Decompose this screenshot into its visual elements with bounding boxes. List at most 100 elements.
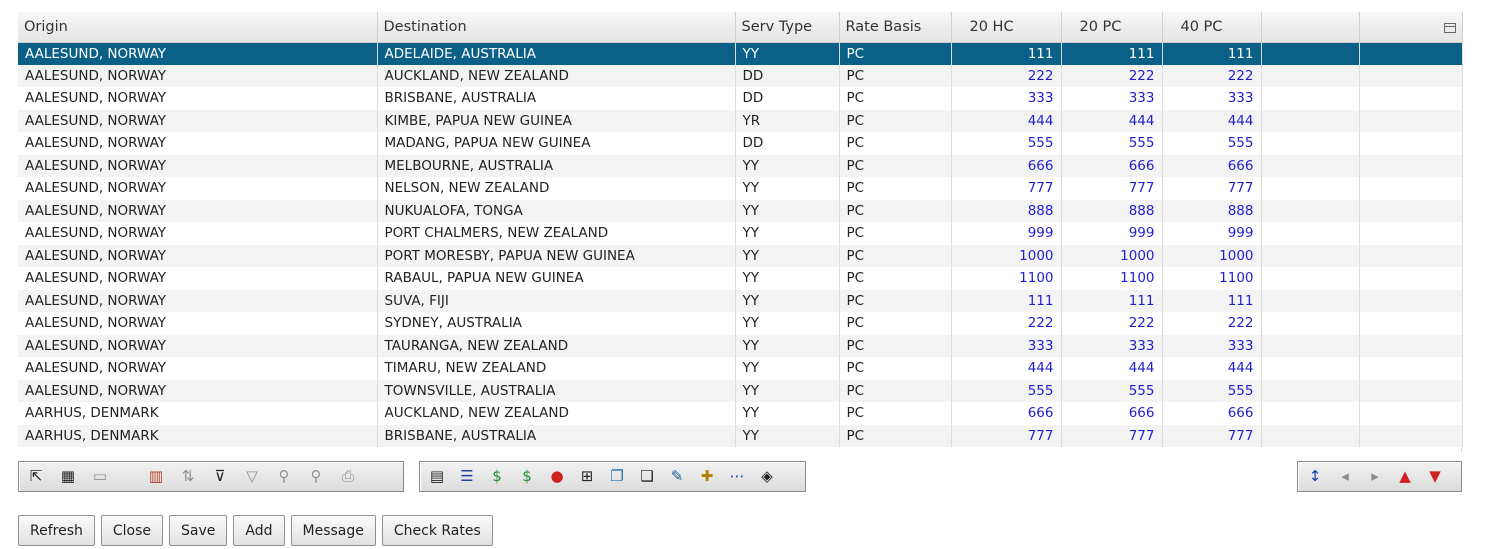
- save-button[interactable]: Save: [169, 515, 228, 546]
- cell-serv-type[interactable]: YY: [735, 177, 840, 200]
- table-row[interactable]: AALESUND, NORWAY TAURANGA, NEW ZEALAND YY P…: [18, 334, 1463, 357]
- windows-icon[interactable]: ❏: [634, 465, 660, 489]
- cell-origin[interactable]: AALESUND, NORWAY: [18, 312, 378, 335]
- cell-serv-type[interactable]: YY: [735, 402, 840, 425]
- cell-serv-type[interactable]: YY: [735, 289, 840, 312]
- col-destination[interactable]: Destination: [377, 12, 736, 43]
- add-item-icon[interactable]: ✚: [694, 465, 720, 489]
- cell-destination[interactable]: RABAUL, PAPUA NEW GUINEA: [377, 267, 736, 290]
- cell-origin[interactable]: AALESUND, NORWAY: [18, 289, 378, 312]
- cell-origin[interactable]: AALESUND, NORWAY: [18, 267, 378, 290]
- cell-destination[interactable]: SUVA, FIJI: [377, 289, 736, 312]
- col-rate-basis[interactable]: Rate Basis: [839, 12, 952, 43]
- table-row[interactable]: AALESUND, NORWAY TOWNSVILLE, AUSTRALIA YY P…: [18, 379, 1463, 402]
- cell-rate-basis[interactable]: PC: [839, 424, 952, 447]
- cell-40pc[interactable]: 333: [1162, 334, 1262, 357]
- cell-20hc[interactable]: 111: [951, 42, 1062, 65]
- cell-40pc[interactable]: 777: [1162, 177, 1262, 200]
- cell-destination[interactable]: PORT CHALMERS, NEW ZEALAND: [377, 222, 736, 245]
- cell-40pc[interactable]: 222: [1162, 312, 1262, 335]
- table-row[interactable]: AALESUND, NORWAY PORT MORESBY, PAPUA NEW …: [18, 244, 1463, 267]
- cell-origin[interactable]: AALESUND, NORWAY: [18, 154, 378, 177]
- edit-filter-icon[interactable]: ⊽: [207, 465, 233, 489]
- cell-origin[interactable]: AALESUND, NORWAY: [18, 42, 378, 65]
- hierarchy-icon[interactable]: ⊞: [574, 465, 600, 489]
- export-down-icon[interactable]: ▼: [1422, 465, 1448, 489]
- blank-view-icon[interactable]: ▭: [87, 465, 113, 489]
- cell-20hc[interactable]: 111: [951, 289, 1062, 312]
- cell-20pc[interactable]: 1000: [1061, 244, 1163, 267]
- cell-rate-basis[interactable]: PC: [839, 402, 952, 425]
- cell-origin[interactable]: AALESUND, NORWAY: [18, 132, 378, 155]
- cell-20pc[interactable]: 444: [1061, 109, 1163, 132]
- cell-destination[interactable]: KIMBE, PAPUA NEW GUINEA: [377, 109, 736, 132]
- find-icon[interactable]: ⚲: [271, 465, 297, 489]
- cell-20hc[interactable]: 222: [951, 312, 1062, 335]
- cell-destination[interactable]: BRISBANE, AUSTRALIA: [377, 87, 736, 110]
- cell-destination[interactable]: SYDNEY, AUSTRALIA: [377, 312, 736, 335]
- table-row[interactable]: AALESUND, NORWAY RABAUL, PAPUA NEW GUINEA…: [18, 267, 1463, 290]
- cell-rate-basis[interactable]: PC: [839, 379, 952, 402]
- table-row[interactable]: AALESUND, NORWAY KIMBE, PAPUA NEW GUINEA Y…: [18, 109, 1463, 132]
- cell-origin[interactable]: AARHUS, DENMARK: [18, 424, 378, 447]
- cell-40pc[interactable]: 888: [1162, 199, 1262, 222]
- cell-serv-type[interactable]: DD: [735, 87, 840, 110]
- page-prev-icon[interactable]: ◂: [1332, 465, 1358, 489]
- cell-40pc[interactable]: 1000: [1162, 244, 1262, 267]
- cell-serv-type[interactable]: YY: [735, 424, 840, 447]
- cell-destination[interactable]: TOWNSVILLE, AUSTRALIA: [377, 379, 736, 402]
- cell-20hc[interactable]: 1100: [951, 267, 1062, 290]
- col-origin[interactable]: Origin: [18, 12, 378, 43]
- page-next-icon[interactable]: ▸: [1362, 465, 1388, 489]
- cell-destination[interactable]: BRISBANE, AUSTRALIA: [377, 424, 736, 447]
- cell-serv-type[interactable]: YY: [735, 222, 840, 245]
- cell-serv-type[interactable]: DD: [735, 132, 840, 155]
- message-button[interactable]: Message: [290, 515, 376, 546]
- table-row[interactable]: AALESUND, NORWAY PORT CHALMERS, NEW ZEALA…: [18, 222, 1463, 245]
- add-rate-icon[interactable]: $: [514, 465, 540, 489]
- col-20pc[interactable]: 20 PC: [1061, 12, 1163, 43]
- cell-origin[interactable]: AALESUND, NORWAY: [18, 64, 378, 87]
- cell-rate-basis[interactable]: PC: [839, 132, 952, 155]
- apple-icon[interactable]: ●: [544, 465, 570, 489]
- cell-serv-type[interactable]: YY: [735, 244, 840, 267]
- table-row[interactable]: AALESUND, NORWAY NELSON, NEW ZEALAND YY PC 7…: [18, 177, 1463, 200]
- cell-serv-type[interactable]: YY: [735, 42, 840, 65]
- cell-20pc[interactable]: 999: [1061, 222, 1163, 245]
- cell-40pc[interactable]: 555: [1162, 132, 1262, 155]
- cell-20hc[interactable]: 999: [951, 222, 1062, 245]
- cell-destination[interactable]: MADANG, PAPUA NEW GUINEA: [377, 132, 736, 155]
- sort-icon[interactable]: ⇱: [23, 465, 49, 489]
- cell-20pc[interactable]: 555: [1061, 132, 1163, 155]
- cell-serv-type[interactable]: YY: [735, 199, 840, 222]
- cell-destination[interactable]: PORT MORESBY, PAPUA NEW GUINEA: [377, 244, 736, 267]
- properties-icon[interactable]: ▤: [424, 465, 450, 489]
- cell-destination[interactable]: TAURANGA, NEW ZEALAND: [377, 334, 736, 357]
- cell-20hc[interactable]: 444: [951, 109, 1062, 132]
- cell-20hc[interactable]: 777: [951, 424, 1062, 447]
- table-row[interactable]: AALESUND, NORWAY MADANG, PAPUA NEW GUINEA…: [18, 132, 1463, 155]
- cell-rate-basis[interactable]: PC: [839, 267, 952, 290]
- cell-20hc[interactable]: 777: [951, 177, 1062, 200]
- cell-40pc[interactable]: 222: [1162, 64, 1262, 87]
- print-icon[interactable]: ⎙: [335, 465, 361, 489]
- cell-20pc[interactable]: 333: [1061, 87, 1163, 110]
- cell-40pc[interactable]: 777: [1162, 424, 1262, 447]
- cell-serv-type[interactable]: YY: [735, 334, 840, 357]
- list-icon[interactable]: ☰: [454, 465, 480, 489]
- cell-20hc[interactable]: 666: [951, 402, 1062, 425]
- cell-rate-basis[interactable]: PC: [839, 177, 952, 200]
- cell-destination[interactable]: NELSON, NEW ZEALAND: [377, 177, 736, 200]
- cell-rate-basis[interactable]: PC: [839, 109, 952, 132]
- table-row[interactable]: AALESUND, NORWAY NUKUALOFA, TONGA YY PC 888 8…: [18, 199, 1463, 222]
- cell-40pc[interactable]: 1100: [1162, 267, 1262, 290]
- cell-20pc[interactable]: 444: [1061, 357, 1163, 380]
- columns-icon[interactable]: ▥: [143, 465, 169, 489]
- cell-rate-basis[interactable]: PC: [839, 42, 952, 65]
- cell-40pc[interactable]: 555: [1162, 379, 1262, 402]
- tag-icon[interactable]: ◈: [754, 465, 780, 489]
- row-height-icon[interactable]: ↕: [1302, 465, 1328, 489]
- insert-rows-icon[interactable]: ⋯: [724, 465, 750, 489]
- cell-rate-basis[interactable]: PC: [839, 154, 952, 177]
- cell-20pc[interactable]: 333: [1061, 334, 1163, 357]
